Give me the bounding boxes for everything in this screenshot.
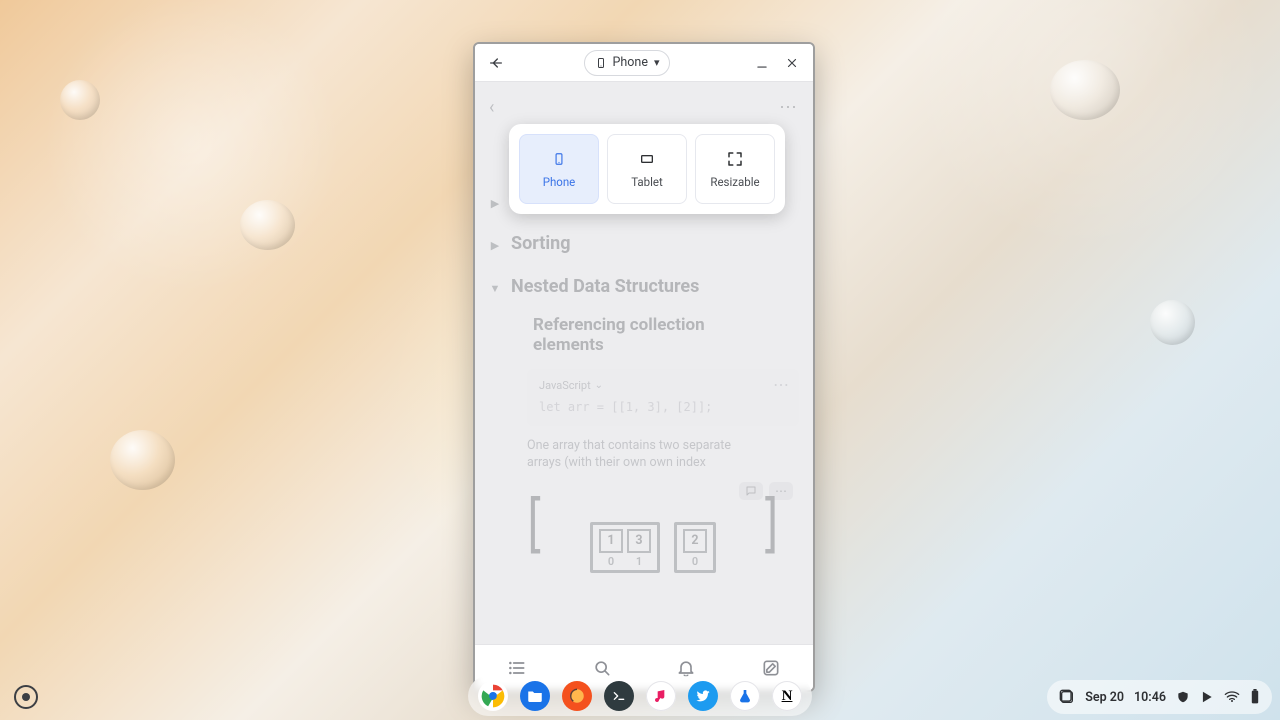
device-option-tablet[interactable]: Tablet	[607, 134, 687, 204]
back-button[interactable]	[483, 50, 509, 76]
overview-icon	[1059, 689, 1075, 705]
page-header: ‹ ⋯	[489, 92, 799, 122]
dock-icon-music[interactable]	[646, 681, 676, 711]
device-option-resizable[interactable]: Resizable	[695, 134, 775, 204]
minimize-button[interactable]	[749, 50, 775, 76]
resizable-icon	[726, 149, 744, 169]
wallpaper-droplet	[240, 200, 295, 250]
diagram-index: 0	[683, 555, 707, 568]
dock-icon-app3[interactable]	[562, 681, 592, 711]
caret-down-icon: ⌄	[595, 380, 603, 391]
dock-icon-lab[interactable]	[730, 681, 760, 711]
device-option-label: Resizable	[710, 175, 759, 189]
tray-date: Sep 20	[1085, 690, 1124, 705]
diagram-cell: 2	[683, 529, 707, 553]
tablet-icon	[636, 149, 658, 169]
device-type-dropdown[interactable]: Phone ▾	[584, 50, 671, 76]
diagram-group: 1 3 0 1	[590, 522, 660, 573]
play-store-icon	[1200, 690, 1214, 704]
system-shelf: N Sep 20 10:46	[0, 674, 1280, 720]
block-caption: One array that contains two separate arr…	[527, 438, 757, 472]
wallpaper-droplet	[1050, 60, 1120, 120]
bracket-open: [	[521, 492, 548, 556]
triangle-down-icon	[489, 277, 501, 296]
app-body: ‹ ⋯ Sorting Nested Data Structures Refer…	[475, 82, 813, 690]
chevron-left-icon[interactable]: ‹	[489, 97, 494, 118]
page-more-button[interactable]: ⋯	[779, 97, 799, 118]
device-option-label: Phone	[543, 175, 576, 189]
system-tray[interactable]: Sep 20 10:46	[1047, 680, 1272, 714]
diagram-inner-groups: 1 3 0 1 2 0	[590, 522, 716, 573]
diagram-group: 2 0	[674, 522, 716, 573]
code-language-picker[interactable]: JavaScript ⌄	[539, 379, 787, 392]
diagram-cell: 1	[599, 529, 623, 553]
caret-down-icon: ▾	[654, 56, 660, 69]
device-type-popover: Phone Tablet Resizable	[509, 124, 785, 214]
comment-icon	[745, 485, 757, 497]
tray-time: 10:46	[1134, 690, 1166, 705]
device-option-phone[interactable]: Phone	[519, 134, 599, 204]
terminal-icon	[611, 688, 627, 704]
dock-icon-twitter[interactable]	[688, 681, 718, 711]
section-row-nested[interactable]: Nested Data Structures	[489, 276, 799, 297]
phone-icon	[552, 149, 566, 169]
app-window: Phone ▾ ‹ ⋯ Sorting	[473, 42, 815, 692]
close-icon	[785, 56, 799, 70]
launcher-button[interactable]	[14, 685, 38, 709]
diagram-cell: 3	[627, 529, 651, 553]
wallpaper-droplet	[60, 80, 100, 120]
minimize-icon	[755, 56, 769, 70]
battery-icon	[1250, 689, 1260, 705]
diagram-index: 1	[627, 555, 651, 568]
triangle-right-icon	[489, 234, 501, 253]
wallpaper-droplet	[1150, 300, 1195, 345]
subsection-row[interactable]: Referencing collection elements	[511, 315, 799, 355]
bird-icon	[695, 688, 711, 704]
section-title: Nested Data Structures	[511, 276, 699, 297]
subsection-title: Referencing collection elements	[533, 315, 753, 355]
arrow-left-icon	[488, 55, 504, 71]
section-row-sorting[interactable]: Sorting	[489, 233, 799, 254]
device-option-label: Tablet	[631, 175, 663, 189]
wallpaper-droplet	[110, 430, 175, 490]
code-more-button[interactable]: ⋯	[773, 375, 791, 394]
swirl-icon	[568, 687, 586, 705]
code-language-label: JavaScript	[539, 379, 591, 392]
chrome-icon	[480, 683, 506, 709]
dock: N	[468, 676, 812, 716]
array-diagram: ⋯ [ ] 1 3 0 1	[507, 488, 799, 618]
dock-icon-chrome[interactable]	[478, 681, 508, 711]
phone-icon	[595, 55, 607, 71]
notion-n-icon: N	[782, 688, 793, 705]
window-titlebar: Phone ▾	[475, 44, 813, 82]
triangle-right-icon	[489, 192, 501, 211]
music-note-icon	[653, 688, 669, 704]
code-block[interactable]: JavaScript ⌄ ⋯ let arr = [[1, 3], [2]];	[527, 369, 799, 426]
diagram-index: 0	[599, 555, 623, 568]
bracket-close: ]	[758, 492, 785, 556]
section-title: Sorting	[511, 233, 571, 254]
flask-icon	[737, 688, 753, 704]
close-button[interactable]	[779, 50, 805, 76]
dock-icon-terminal[interactable]	[604, 681, 634, 711]
dock-icon-files[interactable]	[520, 681, 550, 711]
wifi-icon	[1224, 691, 1240, 703]
code-content: let arr = [[1, 3], [2]];	[539, 400, 787, 414]
device-type-label: Phone	[613, 55, 648, 70]
dock-icon-notion[interactable]: N	[772, 681, 802, 711]
shield-icon	[1176, 690, 1190, 704]
folder-icon	[526, 687, 544, 705]
